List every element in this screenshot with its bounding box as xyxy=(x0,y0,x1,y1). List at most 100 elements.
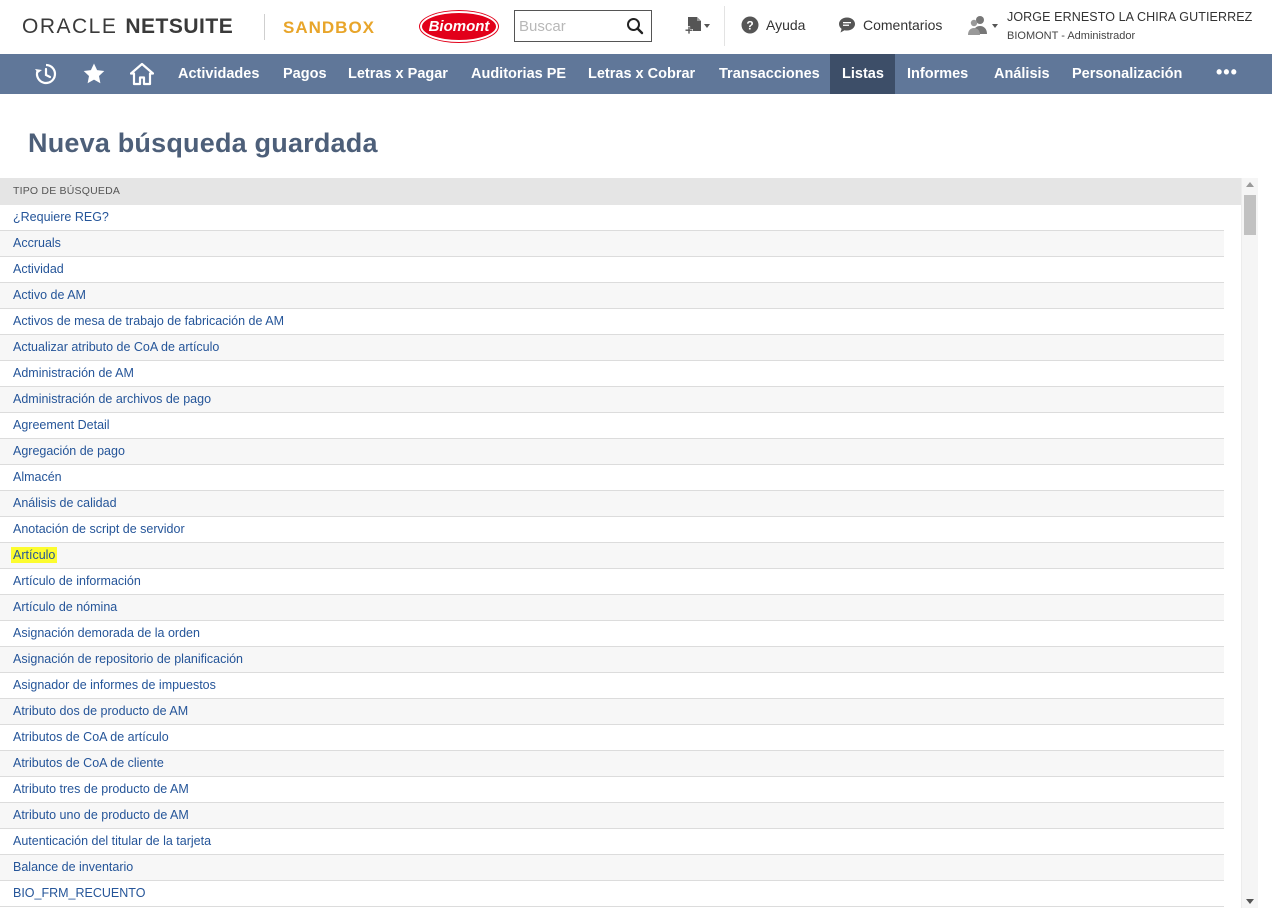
search-type-link[interactable]: Autenticación del titular de la tarjeta xyxy=(13,834,211,848)
search-type-link[interactable]: Agregación de pago xyxy=(13,444,125,458)
search-type-link[interactable]: Asignador de informes de impuestos xyxy=(13,678,216,692)
search-type-link[interactable]: Artículo de nómina xyxy=(13,600,117,614)
main-nav: Actividades Pagos Letras x Pagar Auditor… xyxy=(0,54,1272,94)
search-type-list: ¿Requiere REG? Accruals Actividad Activo de… xyxy=(0,205,1241,907)
nav-letras-x-cobrar[interactable]: Letras x Cobrar xyxy=(576,54,707,94)
search-type-link[interactable]: Atributos de CoA de cliente xyxy=(13,756,164,770)
table-row[interactable]: Balance de inventario xyxy=(0,855,1224,881)
table-row[interactable]: Asignador de informes de impuestos xyxy=(0,673,1224,699)
star-icon[interactable] xyxy=(82,62,106,86)
logo-divider xyxy=(264,14,265,40)
table-row[interactable]: Atributos de CoA de cliente xyxy=(0,751,1224,777)
nav-letras-x-pagar[interactable]: Letras x Pagar xyxy=(336,54,460,94)
page-title: Nueva búsqueda guardada xyxy=(28,128,378,158)
table-row[interactable]: Autenticación del titular de la tarjeta xyxy=(0,829,1224,855)
search-type-link[interactable]: Actualizar atributo de CoA de artículo xyxy=(13,340,219,354)
nav-analisis[interactable]: Análisis xyxy=(982,54,1062,94)
search-type-link[interactable]: Atributo dos de producto de AM xyxy=(13,704,188,718)
nav-transacciones[interactable]: Transacciones xyxy=(707,54,832,94)
search-type-link[interactable]: Atributo uno de producto de AM xyxy=(13,808,189,822)
table-row[interactable]: Asignación demorada de la orden xyxy=(0,621,1224,647)
nav-auditorias-pe[interactable]: Auditorias PE xyxy=(459,54,578,94)
table-row[interactable]: Análisis de calidad xyxy=(0,491,1224,517)
create-new-icon[interactable] xyxy=(684,16,712,38)
scroll-down-arrow-icon[interactable] xyxy=(1246,899,1254,904)
table-row[interactable]: Artículo de nómina xyxy=(0,595,1224,621)
help-label: Ayuda xyxy=(766,17,806,33)
help-link[interactable]: ? Ayuda xyxy=(741,16,805,34)
nav-actividades[interactable]: Actividades xyxy=(166,54,271,94)
user-role: Administrador xyxy=(1067,30,1136,42)
search-type-link[interactable]: Activo de AM xyxy=(13,288,86,302)
home-icon[interactable] xyxy=(130,62,154,86)
search-input[interactable] xyxy=(515,11,625,41)
search-type-link[interactable]: Activos de mesa de trabajo de fabricació… xyxy=(13,314,284,328)
user-name: JORGE ERNESTO LA CHIRA GUTIERREZ xyxy=(1007,10,1253,24)
search-type-link[interactable]: Administración de AM xyxy=(13,366,134,380)
search-type-link[interactable]: Atributos de CoA de artículo xyxy=(13,730,169,744)
netsuite-logo[interactable]: ORACLE NETSUITE xyxy=(22,14,233,40)
table-row[interactable]: Asignación de repositorio de planificaci… xyxy=(0,647,1224,673)
search-type-link[interactable]: Actividad xyxy=(13,262,64,276)
search-type-link[interactable]: Almacén xyxy=(13,470,62,484)
scroll-up-arrow-icon[interactable] xyxy=(1246,182,1254,187)
table-row[interactable]: ¿Requiere REG? xyxy=(0,205,1224,231)
recent-icon[interactable] xyxy=(34,62,58,86)
nav-personalizacion[interactable]: Personalización xyxy=(1060,54,1194,94)
search-type-link[interactable]: Análisis de calidad xyxy=(13,496,117,510)
global-search xyxy=(514,10,652,42)
column-header-search-type: TIPO DE BÚSQUEDA xyxy=(0,178,1241,205)
table-row[interactable]: Agreement Detail xyxy=(0,413,1224,439)
svg-text:?: ? xyxy=(746,19,753,33)
search-type-link[interactable]: Asignación de repositorio de planificaci… xyxy=(13,652,243,666)
user-company: BIOMONT xyxy=(1007,30,1059,42)
table-row[interactable]: Artículo de información xyxy=(0,569,1224,595)
nav-listas[interactable]: Listas xyxy=(830,54,895,94)
table-row[interactable]: Activo de AM xyxy=(0,283,1224,309)
table-row[interactable]: Accruals xyxy=(0,231,1224,257)
user-role-line: BIOMONT - Administrador xyxy=(1007,30,1135,42)
nav-pagos[interactable]: Pagos xyxy=(271,54,339,94)
search-type-link[interactable]: Administración de archivos de pago xyxy=(13,392,211,406)
table-row[interactable]: Actualizar atributo de CoA de artículo xyxy=(0,335,1224,361)
table-row[interactable]: Administración de archivos de pago xyxy=(0,387,1224,413)
table-row[interactable]: Almacén xyxy=(0,465,1224,491)
table-row[interactable]: Artículo xyxy=(0,543,1224,569)
feedback-label: Comentarios xyxy=(863,17,943,33)
feedback-link[interactable]: Comentarios xyxy=(838,16,942,34)
table-row[interactable]: Atributos de CoA de artículo xyxy=(0,725,1224,751)
table-row[interactable]: Atributo tres de producto de AM xyxy=(0,777,1224,803)
table-row[interactable]: Activos de mesa de trabajo de fabricació… xyxy=(0,309,1224,335)
search-type-link[interactable]: Artículo de información xyxy=(13,574,141,588)
chat-bubble-icon xyxy=(839,17,855,33)
header-divider xyxy=(724,6,725,46)
search-type-link[interactable]: Atributo tres de producto de AM xyxy=(13,782,189,796)
search-type-link[interactable]: Artículo xyxy=(11,547,58,563)
company-logo[interactable]: Biomont xyxy=(420,11,498,42)
environment-label: SANDBOX xyxy=(283,18,376,37)
search-type-link[interactable]: Balance de inventario xyxy=(13,860,133,874)
search-type-link[interactable]: Accruals xyxy=(13,236,61,250)
table-row[interactable]: Atributo uno de producto de AM xyxy=(0,803,1224,829)
user-role-separator: - xyxy=(1061,30,1065,42)
company-logo-text: Biomont xyxy=(428,18,490,35)
scroll-thumb[interactable] xyxy=(1244,195,1256,235)
role-switch-icon[interactable] xyxy=(966,15,1000,37)
scrollbar[interactable] xyxy=(1241,178,1258,908)
table-row[interactable]: Atributo dos de producto de AM xyxy=(0,699,1224,725)
search-type-link[interactable]: Agreement Detail xyxy=(13,418,110,432)
search-type-link[interactable]: ¿Requiere REG? xyxy=(13,210,109,224)
table-row[interactable]: Administración de AM xyxy=(0,361,1224,387)
table-row[interactable]: BIO_FRM_RECUENTO xyxy=(0,881,1224,907)
nav-more-button[interactable]: ••• xyxy=(1216,54,1238,94)
search-type-link[interactable]: Asignación demorada de la orden xyxy=(13,626,200,640)
top-header: ORACLE NETSUITE SANDBOX Biomont ? Ayuda xyxy=(0,0,1272,54)
search-type-link[interactable]: Anotación de script de servidor xyxy=(13,522,185,536)
table-row[interactable]: Actividad xyxy=(0,257,1224,283)
table-row[interactable]: Anotación de script de servidor xyxy=(0,517,1224,543)
nav-informes[interactable]: Informes xyxy=(895,54,980,94)
search-type-table: TIPO DE BÚSQUEDA ¿Requiere REG? Accruals A… xyxy=(0,178,1241,908)
search-icon[interactable] xyxy=(626,17,644,35)
table-row[interactable]: Agregación de pago xyxy=(0,439,1224,465)
search-type-link[interactable]: BIO_FRM_RECUENTO xyxy=(13,886,145,900)
